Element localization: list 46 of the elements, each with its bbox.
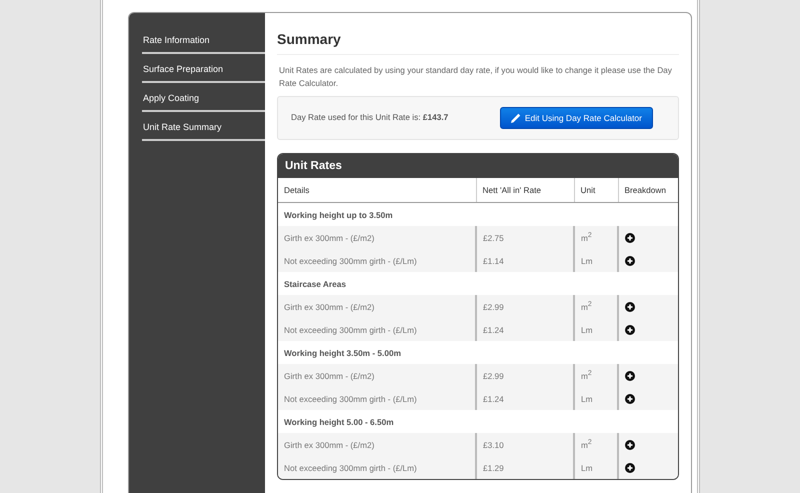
group-heading: Staircase Areas bbox=[278, 272, 678, 295]
table-cell: m$^{2}$ bbox=[574, 433, 618, 456]
day-rate-text: Day Rate used for this Unit Rate is: £143.7 bbox=[291, 112, 448, 122]
table-cell: Lm bbox=[574, 387, 618, 410]
table-cell: £2.75 bbox=[476, 226, 574, 249]
table-cell: Lm bbox=[574, 456, 618, 479]
table-cell: Not exceeding 300mm girth - (£/Lm) bbox=[278, 249, 476, 272]
plus-circle-icon[interactable] bbox=[625, 394, 635, 404]
plus-circle-icon[interactable] bbox=[625, 302, 635, 312]
sidebar-item[interactable]: Unit Rate Summary bbox=[142, 122, 265, 141]
table-cell: Girth ex 300mm - (£/m2) bbox=[278, 364, 476, 387]
table-cell: Not exceeding 300mm girth - (£/Lm) bbox=[278, 387, 476, 410]
table-cell: £1.24 bbox=[476, 387, 574, 410]
plus-circle-icon[interactable] bbox=[625, 440, 635, 450]
table-cell: m$^{2}$ bbox=[574, 226, 618, 249]
table-cell: Girth ex 300mm - (£/m2) bbox=[278, 433, 476, 456]
plus-circle-icon[interactable] bbox=[625, 256, 635, 266]
table-cell: Not exceeding 300mm girth - (£/Lm) bbox=[278, 456, 476, 479]
section-title: Summary bbox=[277, 31, 679, 55]
table-cell: £1.24 bbox=[476, 318, 574, 341]
plus-circle-icon[interactable] bbox=[625, 324, 635, 334]
table-cell: £3.10 bbox=[476, 433, 574, 456]
sidebar-item[interactable]: Surface Preparation bbox=[142, 64, 265, 83]
table-cell: Girth ex 300mm - (£/m2) bbox=[278, 295, 476, 318]
edit-button[interactable]: Edit Using Day Rate Calculator bbox=[500, 107, 653, 129]
table-cell: £2.99 bbox=[476, 364, 574, 387]
pencil-icon bbox=[510, 113, 521, 123]
table-cell: £1.29 bbox=[476, 456, 574, 479]
sidebar-item[interactable]: Rate Information bbox=[142, 35, 265, 54]
plus-circle-icon[interactable] bbox=[625, 370, 635, 380]
intro-text: Unit Rates are calculated by using your standard day rate, if you would like to change it please use the Day Rate Calculator. bbox=[279, 64, 673, 90]
panel-title: Unit Rates bbox=[278, 154, 678, 178]
table-cell: Not exceeding 300mm girth - (£/Lm) bbox=[278, 318, 476, 341]
group-heading: Working height 5.00 - 6.50m bbox=[278, 410, 678, 433]
plus-circle-icon[interactable] bbox=[625, 232, 635, 242]
sidebar-item[interactable]: Apply Coating bbox=[142, 93, 265, 112]
group-heading: Working height up to 3.50m bbox=[278, 202, 678, 226]
table-cell: m$^{2}$ bbox=[574, 295, 618, 318]
table-cell: £1.14 bbox=[476, 249, 574, 272]
table-cell: m$^{2}$ bbox=[574, 364, 618, 387]
group-heading: Working height 3.50m - 5.00m bbox=[278, 341, 678, 364]
table-cell: Lm bbox=[574, 318, 618, 341]
plus-circle-icon[interactable] bbox=[625, 462, 635, 472]
table-cell: £2.99 bbox=[476, 295, 574, 318]
table-cell: Lm bbox=[574, 249, 618, 272]
table-cell: Girth ex 300mm - (£/m2) bbox=[278, 226, 476, 249]
